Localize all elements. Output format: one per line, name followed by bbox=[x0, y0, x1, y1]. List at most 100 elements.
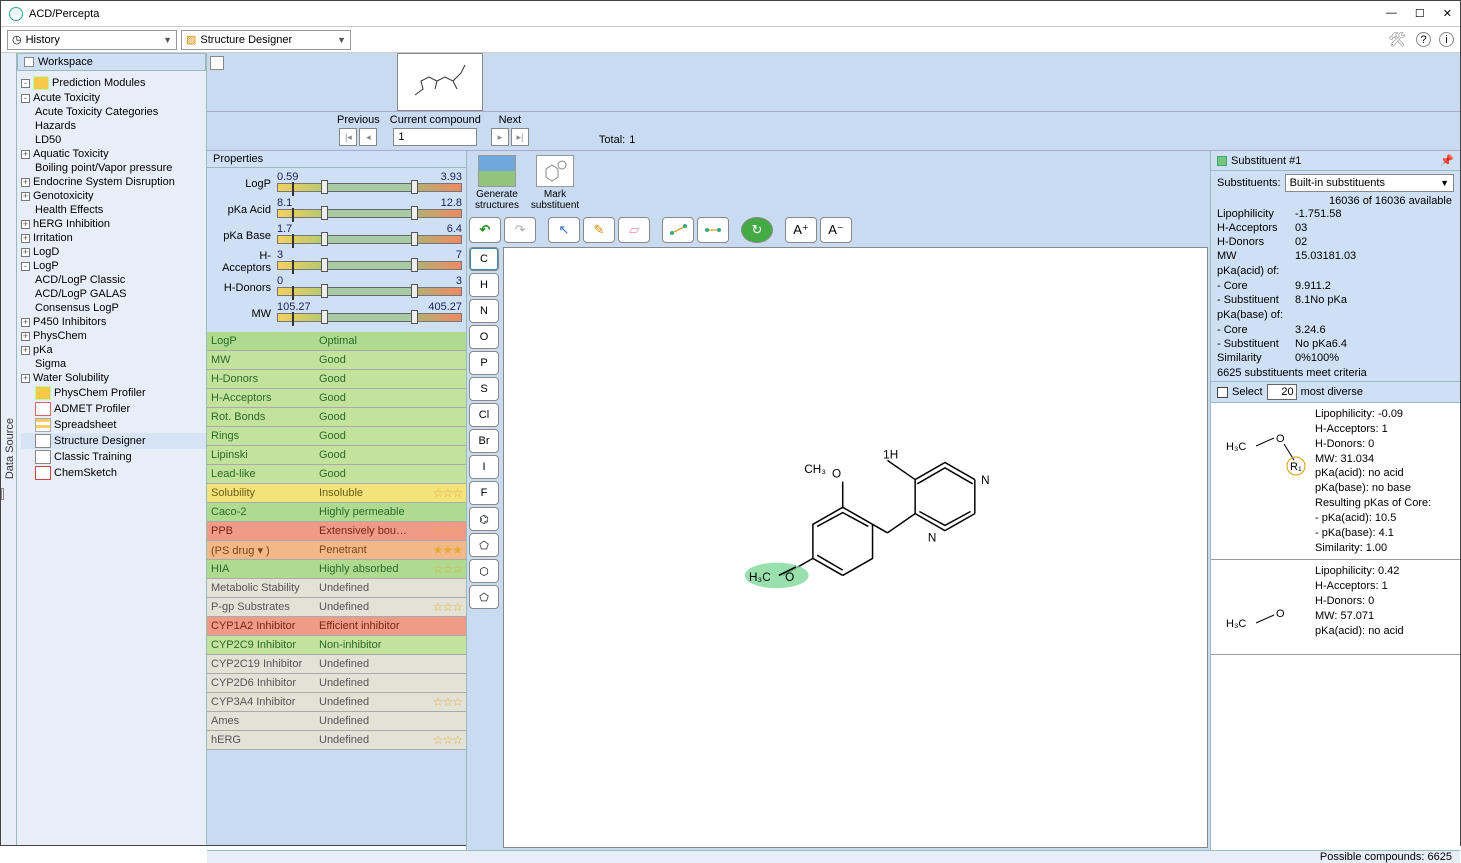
tree-node[interactable]: Health Effects bbox=[21, 203, 206, 217]
thumb-toggle[interactable] bbox=[210, 56, 224, 70]
structure-canvas[interactable]: N 1H N O CH₃ H₃C O bbox=[503, 247, 1208, 848]
property-row[interactable]: CYP2C9 InhibitorNon-inhibitor bbox=[207, 636, 466, 655]
redo-button[interactable]: ↷ bbox=[504, 217, 536, 243]
select-checkbox[interactable] bbox=[1217, 387, 1228, 398]
property-row[interactable]: CYP1A2 InhibitorEfficient inhibitor bbox=[207, 617, 466, 636]
element-N[interactable]: N bbox=[469, 299, 499, 323]
bond-tool-1[interactable] bbox=[662, 217, 694, 243]
tree-node[interactable]: +Aquatic Toxicity bbox=[21, 147, 206, 161]
tree-node[interactable]: -Acute Toxicity bbox=[21, 91, 206, 105]
substituent-list[interactable]: H₃COR₁Lipophilicity: -0.09H-Acceptors: 1… bbox=[1211, 403, 1460, 850]
property-row[interactable]: H-DonorsGood bbox=[207, 370, 466, 389]
tree-node[interactable]: -Prediction Modules bbox=[21, 75, 206, 91]
erase-tool[interactable]: ▱ bbox=[618, 217, 650, 243]
element-O[interactable]: O bbox=[469, 325, 499, 349]
sub-slider[interactable]: MW15.03181.03 bbox=[1211, 249, 1460, 263]
mark-substituent-button[interactable]: Mark substituent bbox=[529, 155, 581, 211]
tree-node[interactable]: Structure Designer bbox=[21, 433, 206, 449]
tree-node[interactable]: +Genotoxicity bbox=[21, 189, 206, 203]
property-row[interactable]: LogPOptimal bbox=[207, 332, 466, 351]
property-row[interactable]: Lead-likeGood bbox=[207, 465, 466, 484]
tree-node[interactable]: +PhysChem bbox=[21, 329, 206, 343]
draw-tool[interactable]: ✎ bbox=[583, 217, 615, 243]
ring-template-button[interactable]: ⬡ bbox=[469, 559, 499, 583]
sub-slider[interactable]: H-Donors02 bbox=[1211, 235, 1460, 249]
substituents-select[interactable]: Built-in substituents ▼ bbox=[1285, 174, 1454, 192]
tree-node[interactable]: PhysChem Profiler bbox=[21, 385, 206, 401]
prev-button[interactable]: ◂ bbox=[359, 128, 377, 146]
property-row[interactable]: H-AcceptorsGood bbox=[207, 389, 466, 408]
property-row[interactable]: Metabolic StabilityUndefined bbox=[207, 579, 466, 598]
ring-template-button[interactable]: ⬠ bbox=[469, 585, 499, 609]
tree-node[interactable]: +Irritation bbox=[21, 231, 206, 245]
element-H[interactable]: H bbox=[469, 273, 499, 297]
mode-combo[interactable]: ▨ Structure Designer ▼ bbox=[181, 30, 351, 50]
element-Cl[interactable]: Cl bbox=[469, 403, 499, 427]
properties-table[interactable]: LogPOptimalMWGoodH-DonorsGoodH-Acceptors… bbox=[207, 332, 466, 850]
property-slider[interactable]: LogP0.593.93 bbox=[213, 172, 462, 196]
tree-node[interactable]: LD50 bbox=[21, 133, 206, 147]
tree-node[interactable]: ACD/LogP GALAS bbox=[21, 287, 206, 301]
maximize-button[interactable]: ☐ bbox=[1415, 7, 1425, 20]
property-row[interactable]: SolubilityInsoluble☆☆☆ bbox=[207, 484, 466, 503]
tree-node[interactable]: -LogP bbox=[21, 259, 206, 273]
tree-node[interactable]: +hERG Inhibition bbox=[21, 217, 206, 231]
property-row[interactable]: CYP3A4 InhibitorUndefined☆☆☆ bbox=[207, 693, 466, 712]
workspace-tree[interactable]: -Prediction Modules-Acute ToxicityAcute … bbox=[17, 71, 206, 845]
select-n-input[interactable] bbox=[1267, 384, 1297, 400]
sub-slider[interactable]: - Substituent8.1No pKa bbox=[1211, 293, 1460, 307]
property-slider[interactable]: pKa Base1.76.4 bbox=[213, 224, 462, 248]
property-row[interactable]: Caco-2Highly permeable bbox=[207, 503, 466, 522]
select-tool[interactable]: ↖ bbox=[548, 217, 580, 243]
property-row[interactable]: PPBExtensively bou…☆☆☆ bbox=[207, 522, 466, 541]
tree-node[interactable]: ACD/LogP Classic bbox=[21, 273, 206, 287]
font-increase-button[interactable]: A⁺ bbox=[785, 217, 817, 243]
element-Br[interactable]: Br bbox=[469, 429, 499, 453]
property-row[interactable]: Rot. BondsGood bbox=[207, 408, 466, 427]
tree-node[interactable]: +LogD bbox=[21, 245, 206, 259]
element-C[interactable]: C bbox=[469, 247, 499, 271]
property-row[interactable]: P-gp SubstratesUndefined☆☆☆ bbox=[207, 598, 466, 617]
tree-node[interactable]: Classic Training bbox=[21, 449, 206, 465]
tree-node[interactable]: Consensus LogP bbox=[21, 301, 206, 315]
wrench-icon[interactable]: 🛠 bbox=[1388, 31, 1406, 48]
sub-slider[interactable]: Similarity0%100% bbox=[1211, 351, 1460, 365]
tree-node[interactable]: Hazards bbox=[21, 119, 206, 133]
next-button[interactable]: ▸ bbox=[491, 128, 509, 146]
tree-node[interactable]: +Endocrine System Disruption bbox=[21, 175, 206, 189]
refresh-button[interactable]: ↻ bbox=[741, 217, 773, 243]
checkbox-icon[interactable] bbox=[24, 57, 34, 67]
history-combo[interactable]: ◷ History ▼ bbox=[7, 30, 177, 50]
tree-node[interactable]: Boiling point/Vapor pressure bbox=[21, 161, 206, 175]
element-S[interactable]: S bbox=[469, 377, 499, 401]
current-compound-input[interactable] bbox=[393, 128, 477, 146]
bond-tool-2[interactable] bbox=[697, 217, 729, 243]
close-button[interactable]: ✕ bbox=[1443, 7, 1452, 20]
property-row[interactable]: LipinskiGood bbox=[207, 446, 466, 465]
sub-slider[interactable]: - Core3.24.6 bbox=[1211, 323, 1460, 337]
property-row[interactable]: AmesUndefined bbox=[207, 712, 466, 731]
first-button[interactable]: |◂ bbox=[339, 128, 357, 146]
info-icon[interactable]: i bbox=[1439, 32, 1454, 47]
ring-template-button[interactable]: ⌬ bbox=[469, 507, 499, 531]
tree-node[interactable]: +P450 Inhibitors bbox=[21, 315, 206, 329]
last-button[interactable]: ▸| bbox=[511, 128, 529, 146]
tree-node[interactable]: Sigma bbox=[21, 357, 206, 371]
tree-node[interactable]: Acute Toxicity Categories bbox=[21, 105, 206, 119]
element-P[interactable]: P bbox=[469, 351, 499, 375]
sub-slider[interactable]: H-Acceptors03 bbox=[1211, 221, 1460, 235]
property-row[interactable]: hERGUndefined☆☆☆ bbox=[207, 731, 466, 750]
property-row[interactable]: HIAHighly absorbed☆☆☆ bbox=[207, 560, 466, 579]
property-slider[interactable]: pKa Acid8.112.8 bbox=[213, 198, 462, 222]
element-F[interactable]: F bbox=[469, 481, 499, 505]
sub-slider[interactable]: - Core9.911.2 bbox=[1211, 279, 1460, 293]
property-row[interactable]: RingsGood bbox=[207, 427, 466, 446]
element-I[interactable]: I bbox=[469, 455, 499, 479]
tree-node[interactable]: +pKa bbox=[21, 343, 206, 357]
pin-icon[interactable]: 📌 bbox=[1440, 154, 1454, 167]
property-slider[interactable]: H-Donors03 bbox=[213, 276, 462, 300]
minimize-button[interactable]: — bbox=[1386, 7, 1397, 20]
property-row[interactable]: (PS drug ▾ )Penetrant★★★ bbox=[207, 541, 466, 560]
tree-node[interactable]: +Water Solubility bbox=[21, 371, 206, 385]
generate-structures-button[interactable]: Generate structures bbox=[471, 155, 523, 211]
